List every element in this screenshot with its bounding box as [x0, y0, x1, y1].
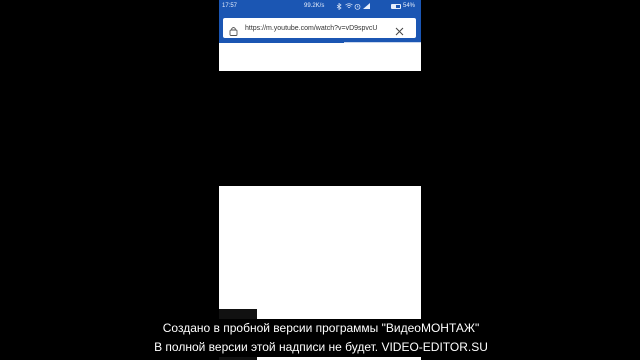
- video-player-area[interactable]: [219, 71, 421, 186]
- network-speed: 99.2K/s: [304, 3, 325, 9]
- status-time: 17:57: [222, 3, 238, 9]
- alarm-icon: [354, 3, 361, 10]
- address-bar[interactable]: https://m.youtube.com/watch?v=vD9spvcU: [223, 18, 416, 38]
- bluetooth-icon: [336, 3, 343, 10]
- wifi-icon: [345, 3, 353, 9]
- status-bar: 17:57 99.2K/s 54%: [219, 0, 421, 12]
- page-content-top: [219, 43, 421, 71]
- watermark-line-2: В полной версии этой надписи не будет. V…: [154, 340, 488, 354]
- phone-screen: 17:57 99.2K/s 54% https://m.youtube.com/…: [219, 0, 421, 360]
- battery-indicator: 54%: [391, 3, 415, 9]
- url-text[interactable]: https://m.youtube.com/watch?v=vD9spvcU: [245, 25, 377, 32]
- close-icon[interactable]: [395, 23, 404, 36]
- browser-toolbar: https://m.youtube.com/watch?v=vD9spvcU: [219, 12, 421, 42]
- video-frame: 17:57 99.2K/s 54% https://m.youtube.com/…: [0, 0, 640, 360]
- watermark-caption: Создано в пробной версии программы "Виде…: [123, 319, 519, 357]
- watermark-line-1: Создано в пробной версии программы "Виде…: [162, 321, 480, 335]
- signal-icon: [363, 3, 370, 9]
- lock-icon: [229, 23, 238, 36]
- battery-icon: [391, 3, 401, 9]
- battery-fill: [392, 4, 397, 8]
- status-icons: [336, 2, 370, 10]
- battery-percent: 54%: [403, 3, 416, 9]
